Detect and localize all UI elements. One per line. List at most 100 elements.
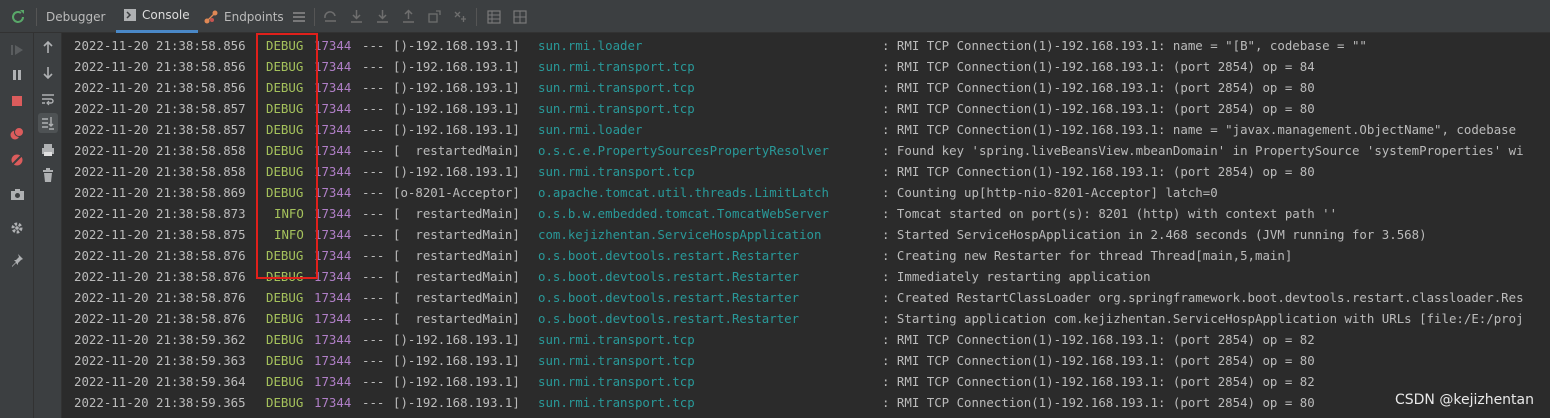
log-thread: [)-192.168.193.1] xyxy=(393,374,520,389)
log-message: : RMI TCP Connection(1)-192.168.193.1: (… xyxy=(882,374,1315,389)
log-timestamp: 2022-11-20 21:38:58.857 xyxy=(74,101,246,116)
log-thread: [ restartedMain] xyxy=(393,206,520,221)
log-thread: [ restartedMain] xyxy=(393,143,520,158)
log-separator: --- xyxy=(362,332,385,347)
log-message: : RMI TCP Connection(1)-192.168.193.1: (… xyxy=(882,332,1315,347)
log-logger: sun.rmi.transport.tcp xyxy=(538,332,695,347)
mute-breakpoints-icon[interactable] xyxy=(8,151,26,169)
log-separator: --- xyxy=(362,101,385,116)
log-timestamp: 2022-11-20 21:38:58.876 xyxy=(74,290,246,305)
up-arrow-icon[interactable] xyxy=(38,37,58,57)
step-over-icon[interactable] xyxy=(322,8,339,25)
log-message: : Creating new Restarter for thread Thre… xyxy=(882,248,1293,263)
console-output[interactable]: 2022-11-20 21:38:58.856 DEBUG 17344 --- [)-1… xyxy=(62,33,1550,418)
force-step-into-icon[interactable] xyxy=(374,8,391,25)
resume-icon[interactable] xyxy=(8,41,26,59)
log-logger: sun.rmi.transport.tcp xyxy=(538,59,695,74)
console-line: 2022-11-20 21:38:58.857 DEBUG 17344 --- [)-1… xyxy=(62,119,1550,140)
tab-debugger-label: Debugger xyxy=(46,9,106,24)
soft-wrap-icon[interactable] xyxy=(38,89,58,109)
log-pid: 17344 xyxy=(314,290,352,305)
trash-icon[interactable] xyxy=(38,165,58,185)
toolbar-separator xyxy=(36,8,37,26)
down-arrow-icon[interactable] xyxy=(38,63,58,83)
console-line: 2022-11-20 21:38:58.856 DEBUG 17344 --- [)-1… xyxy=(62,35,1550,56)
console-line: 2022-11-20 21:38:58.858 DEBUG 17344 ---[ re… xyxy=(62,140,1550,161)
console-line: 2022-11-20 21:38:58.875 INFO 17344 ---[ res… xyxy=(62,224,1550,245)
tab-console[interactable]: Console xyxy=(116,0,198,33)
tab-endpoints[interactable]: Endpoints xyxy=(204,0,284,33)
run-to-cursor-icon[interactable] xyxy=(452,8,469,25)
log-timestamp: 2022-11-20 21:38:58.875 xyxy=(74,227,246,242)
endpoints-icon xyxy=(204,10,218,24)
log-timestamp: 2022-11-20 21:38:58.876 xyxy=(74,311,246,326)
log-message: : RMI TCP Connection(1)-192.168.193.1: (… xyxy=(882,101,1315,116)
log-logger: o.s.boot.devtools.restart.Restarter xyxy=(538,269,800,284)
settings-icon[interactable] xyxy=(8,219,26,237)
log-pid: 17344 xyxy=(314,311,352,326)
log-separator: --- xyxy=(362,290,385,305)
table-icon[interactable] xyxy=(485,8,502,25)
log-logger: sun.rmi.transport.tcp xyxy=(538,353,695,368)
pause-icon[interactable] xyxy=(8,66,26,84)
log-thread: [)-192.168.193.1] xyxy=(393,38,520,53)
log-message: : Counting up[http-nio-8201-Acceptor] la… xyxy=(882,185,1218,200)
console-line: 2022-11-20 21:38:59.365 DEBUG 17344 --- [)-1… xyxy=(62,392,1550,413)
log-thread: [)-192.168.193.1] xyxy=(393,332,520,347)
menu-icon[interactable] xyxy=(290,8,307,25)
console-line: 2022-11-20 21:38:58.876 DEBUG 17344 ---[ re… xyxy=(62,308,1550,329)
log-timestamp: 2022-11-20 21:38:58.856 xyxy=(74,59,246,74)
log-message: : RMI TCP Connection(1)-192.168.193.1: n… xyxy=(882,122,1517,137)
console-side-toolbar xyxy=(34,33,62,418)
log-pid: 17344 xyxy=(314,227,352,242)
tab-endpoints-label: Endpoints xyxy=(224,9,284,24)
drop-frame-icon[interactable] xyxy=(426,8,443,25)
log-logger: sun.rmi.transport.tcp xyxy=(538,395,695,410)
log-pid: 17344 xyxy=(314,248,352,263)
log-thread: [)-192.168.193.1] xyxy=(393,164,520,179)
scroll-to-end-icon[interactable] xyxy=(38,113,58,133)
log-thread: [)-192.168.193.1] xyxy=(393,59,520,74)
toolbar-separator xyxy=(314,8,315,26)
console-line: 2022-11-20 21:38:58.869 DEBUG 17344 --- [o-8… xyxy=(62,182,1550,203)
watches-icon[interactable] xyxy=(511,8,528,25)
log-logger: o.s.boot.devtools.restart.Restarter xyxy=(538,311,800,326)
log-message: : RMI TCP Connection(1)-192.168.193.1: (… xyxy=(882,395,1315,410)
log-timestamp: 2022-11-20 21:38:58.876 xyxy=(74,248,246,263)
log-logger: sun.rmi.transport.tcp xyxy=(538,164,695,179)
stop-icon[interactable] xyxy=(8,92,26,110)
log-thread: [)-192.168.193.1] xyxy=(393,395,520,410)
log-timestamp: 2022-11-20 21:38:58.857 xyxy=(74,122,246,137)
console-line: 2022-11-20 21:38:59.363 DEBUG 17344 --- [)-1… xyxy=(62,350,1550,371)
log-pid: 17344 xyxy=(314,185,352,200)
pin-icon[interactable] xyxy=(8,251,26,269)
log-thread: [)-192.168.193.1] xyxy=(393,101,520,116)
log-logger: sun.rmi.transport.tcp xyxy=(538,101,695,116)
log-timestamp: 2022-11-20 21:38:58.858 xyxy=(74,164,246,179)
log-thread: [ restartedMain] xyxy=(393,248,520,263)
log-pid: 17344 xyxy=(314,59,352,74)
print-icon[interactable] xyxy=(38,140,58,160)
log-timestamp: 2022-11-20 21:38:59.362 xyxy=(74,332,246,347)
camera-icon[interactable] xyxy=(8,185,26,203)
step-out-icon[interactable] xyxy=(400,8,417,25)
console-line: 2022-11-20 21:38:58.873 INFO 17344 ---[ res… xyxy=(62,203,1550,224)
breakpoints-icon[interactable] xyxy=(8,125,26,143)
debug-side-toolbar xyxy=(0,33,34,418)
tab-debugger[interactable]: Debugger xyxy=(46,0,105,33)
step-into-icon[interactable] xyxy=(348,8,365,25)
rerun-icon[interactable] xyxy=(8,7,28,27)
log-separator: --- xyxy=(362,395,385,410)
log-thread: [o-8201-Acceptor] xyxy=(393,185,520,200)
log-separator: --- xyxy=(362,227,385,242)
log-pid: 17344 xyxy=(314,38,352,53)
log-separator: --- xyxy=(362,143,385,158)
log-message: : RMI TCP Connection(1)-192.168.193.1: n… xyxy=(882,38,1367,53)
log-timestamp: 2022-11-20 21:38:59.363 xyxy=(74,353,246,368)
log-timestamp: 2022-11-20 21:38:58.876 xyxy=(74,269,246,284)
log-separator: --- xyxy=(362,38,385,53)
log-message: : RMI TCP Connection(1)-192.168.193.1: (… xyxy=(882,164,1315,179)
console-line: 2022-11-20 21:38:58.876 DEBUG 17344 ---[ re… xyxy=(62,266,1550,287)
log-pid: 17344 xyxy=(314,353,352,368)
log-pid: 17344 xyxy=(314,374,352,389)
